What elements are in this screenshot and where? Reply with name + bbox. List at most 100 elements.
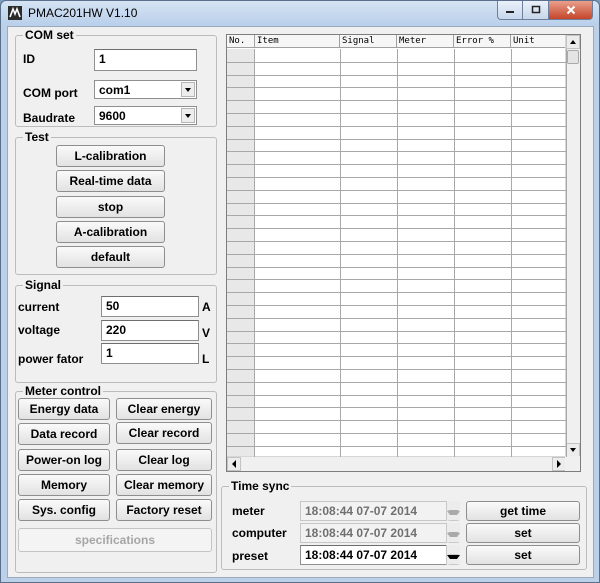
- clear-energy-button[interactable]: Clear energy: [116, 398, 212, 420]
- data-record-button[interactable]: Data record: [18, 423, 110, 445]
- meter-time-input[interactable]: 18:08:44 07-07 2014: [300, 501, 460, 521]
- grid-column-line: [566, 49, 567, 457]
- get-time-button[interactable]: get time: [466, 501, 580, 521]
- grid-row-line: [227, 151, 566, 152]
- current-label: current: [18, 300, 60, 314]
- grid-header: No. Item Signal Meter Error % Unit: [227, 35, 566, 48]
- spin-down-icon[interactable]: [447, 510, 460, 521]
- spin-up-icon[interactable]: [447, 522, 460, 533]
- scrollbar-corner: [565, 456, 580, 471]
- horizontal-scrollbar[interactable]: [227, 456, 566, 471]
- meter-time-spinner[interactable]: [446, 500, 460, 521]
- real-time-data-button[interactable]: Real-time data: [56, 170, 165, 192]
- meter-time-label: meter: [232, 504, 265, 518]
- computer-time-label: computer: [232, 526, 287, 540]
- scroll-up-button[interactable]: [566, 35, 580, 49]
- grid-row-line: [227, 190, 566, 191]
- computer-time-spinner[interactable]: [446, 522, 460, 543]
- power-on-log-button[interactable]: Power-on log: [18, 449, 110, 471]
- col-header-meter[interactable]: Meter: [397, 35, 454, 48]
- preset-time-label: preset: [232, 549, 269, 563]
- vertical-scroll-thumb[interactable]: [567, 50, 579, 64]
- current-input[interactable]: 50: [101, 296, 199, 317]
- meter-control-group: Meter control Energy data Clear energy D…: [15, 384, 217, 573]
- grid-row-line: [227, 395, 566, 396]
- grid-row-line: [227, 318, 566, 319]
- scroll-right-button[interactable]: [552, 457, 566, 471]
- spin-up-icon[interactable]: [447, 544, 460, 555]
- clear-memory-button[interactable]: Clear memory: [116, 474, 212, 496]
- test-legend: Test: [23, 130, 51, 144]
- data-grid[interactable]: No. Item Signal Meter Error % Unit: [226, 34, 581, 472]
- com-port-label: COM port: [23, 86, 78, 100]
- sys-config-button[interactable]: Sys. config: [18, 499, 110, 521]
- chevron-down-icon[interactable]: [181, 82, 195, 97]
- grid-row-line: [227, 331, 566, 332]
- grid-row-line: [227, 75, 566, 76]
- grid-row-line: [227, 343, 566, 344]
- grid-row-line: [227, 369, 566, 370]
- default-button[interactable]: default: [56, 246, 165, 268]
- voltage-input[interactable]: 220: [101, 320, 199, 341]
- preset-time-spinner[interactable]: [446, 544, 460, 565]
- grid-row-line: [227, 87, 566, 88]
- id-input[interactable]: 1: [94, 49, 197, 71]
- grid-row-line: [227, 267, 566, 268]
- maximize-button[interactable]: [523, 1, 549, 20]
- scroll-down-button[interactable]: [566, 443, 580, 457]
- baudrate-select[interactable]: 9600: [94, 106, 197, 125]
- col-header-unit[interactable]: Unit: [511, 35, 566, 48]
- clear-record-button[interactable]: Clear record: [116, 422, 212, 444]
- col-header-item[interactable]: Item: [255, 35, 340, 48]
- a-calibration-button[interactable]: A-calibration: [56, 221, 165, 243]
- grid-row-line: [227, 215, 566, 216]
- chevron-down-icon[interactable]: [181, 108, 195, 123]
- grid-row-line: [227, 420, 566, 421]
- set-computer-time-button[interactable]: set: [466, 523, 580, 543]
- grid-row-line: [227, 254, 566, 255]
- voltage-unit: V: [202, 326, 211, 340]
- clear-log-button[interactable]: Clear log: [116, 449, 212, 471]
- id-label: ID: [23, 52, 35, 66]
- grid-row-line: [227, 62, 566, 63]
- vertical-scrollbar[interactable]: [565, 35, 580, 457]
- specifications-button[interactable]: specifications: [18, 528, 212, 552]
- minimize-button[interactable]: [497, 1, 523, 20]
- grid-row-line: [227, 305, 566, 306]
- spin-down-icon[interactable]: [447, 554, 460, 565]
- preset-time-input[interactable]: 18:08:44 07-07 2014: [300, 545, 460, 565]
- maximize-icon: [531, 5, 540, 14]
- close-button[interactable]: [549, 1, 593, 20]
- test-group: Test L-calibration Real-time data stop A…: [15, 130, 217, 275]
- col-header-error[interactable]: Error %: [454, 35, 511, 48]
- col-header-no[interactable]: No.: [227, 35, 255, 48]
- com-set-group: COM set ID 1 COM port com1 Baudrate 9600: [15, 28, 217, 127]
- set-preset-time-button[interactable]: set: [466, 545, 580, 565]
- client-area: COM set ID 1 COM port com1 Baudrate 9600…: [7, 26, 594, 578]
- col-header-signal[interactable]: Signal: [340, 35, 397, 48]
- energy-data-button[interactable]: Energy data: [18, 398, 110, 420]
- window-title: PMAC201HW V1.10: [28, 6, 138, 20]
- grid-row-line: [227, 203, 566, 204]
- baudrate-label: Baudrate: [23, 111, 76, 125]
- stop-button[interactable]: stop: [56, 196, 165, 218]
- grid-row-line: [227, 241, 566, 242]
- grid-row-line: [227, 228, 566, 229]
- current-unit: A: [202, 300, 211, 314]
- minimize-icon: [506, 11, 514, 13]
- power-factor-input[interactable]: 1: [101, 343, 199, 364]
- memory-button[interactable]: Memory: [18, 474, 110, 496]
- l-calibration-button[interactable]: L-calibration: [56, 145, 165, 167]
- grid-row-line: [227, 356, 566, 357]
- com-port-value: com1: [99, 83, 131, 97]
- scroll-left-button[interactable]: [227, 457, 241, 471]
- computer-time-input[interactable]: 18:08:44 07-07 2014: [300, 523, 460, 543]
- baudrate-value: 9600: [99, 109, 126, 123]
- factory-reset-button[interactable]: Factory reset: [116, 499, 212, 521]
- grid-row-line: [227, 292, 566, 293]
- spin-up-icon[interactable]: [447, 500, 460, 511]
- spin-down-icon[interactable]: [447, 532, 460, 543]
- title-bar[interactable]: PMAC201HW V1.10: [1, 1, 599, 25]
- com-port-select[interactable]: com1: [94, 80, 197, 99]
- power-factor-unit: L: [202, 352, 210, 366]
